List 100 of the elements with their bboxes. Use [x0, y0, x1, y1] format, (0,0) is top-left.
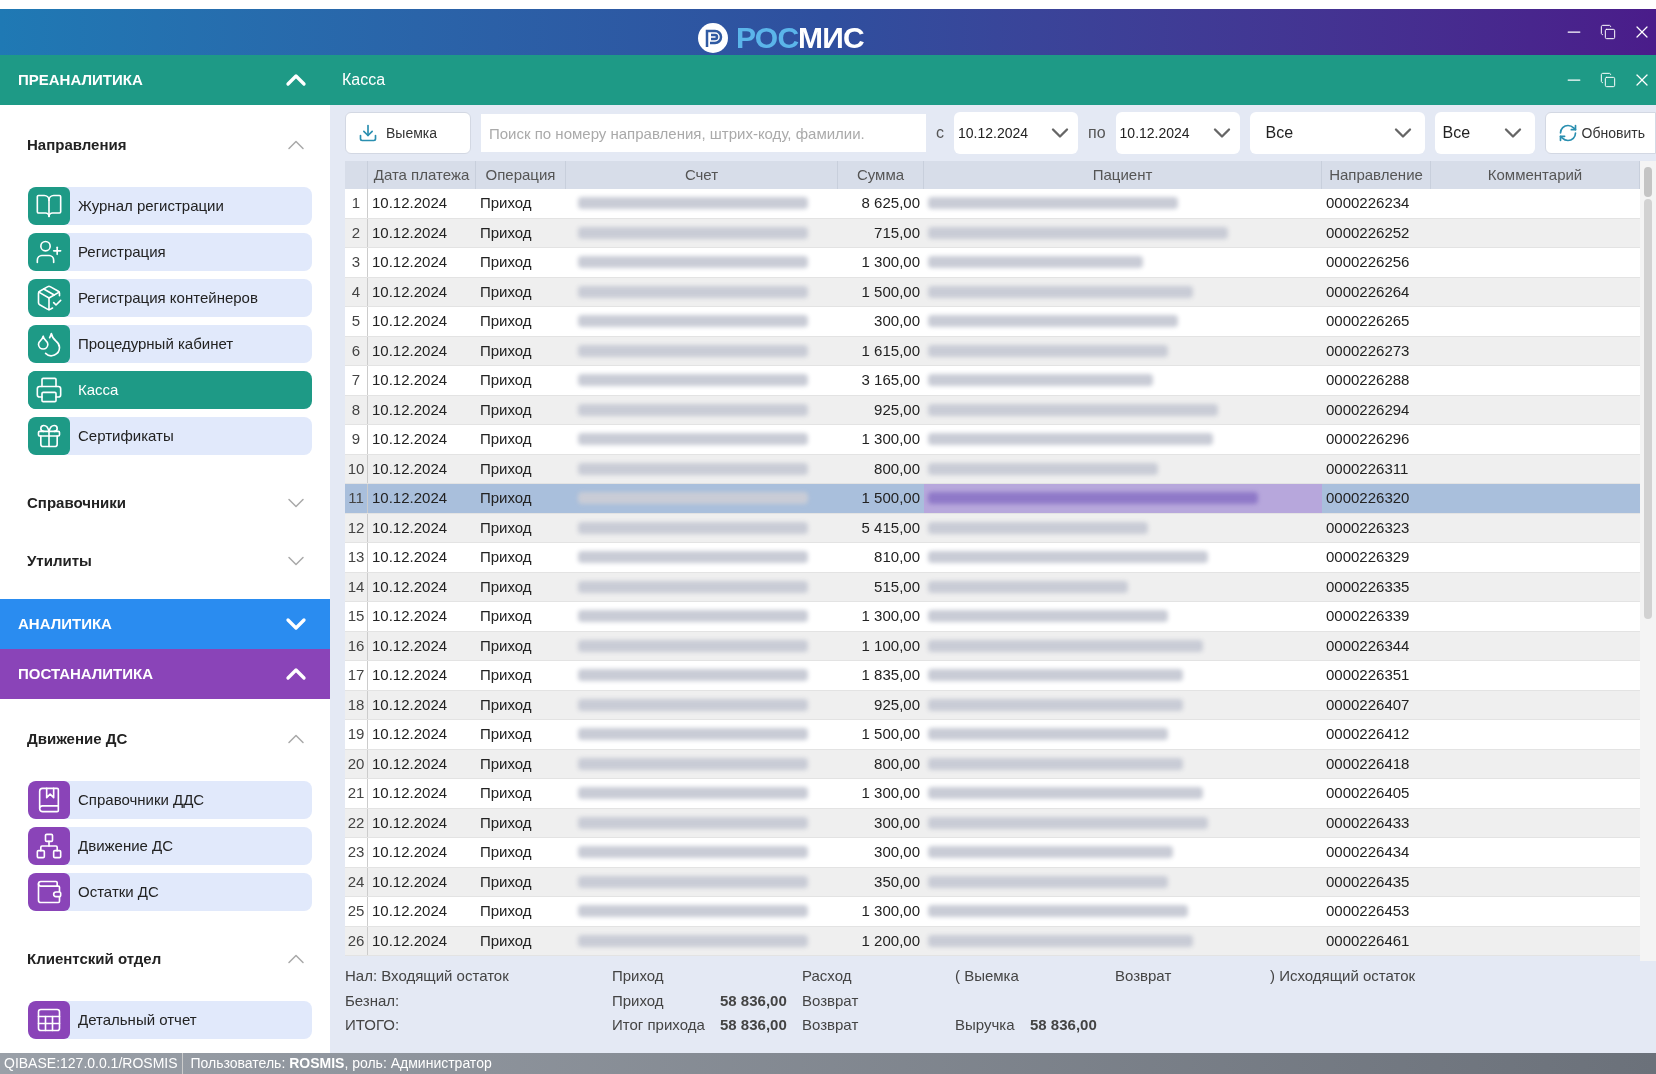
table-cell-text: 10.12.2024: [371, 930, 449, 951]
nav-item[interactable]: Детальный отчет: [28, 1001, 312, 1039]
totals-label: ) Исходящий остаток: [1270, 965, 1416, 986]
table-row[interactable]: 6 10.12.2024 Приход 1 615,00 0000226273: [345, 336, 1640, 366]
table-cell-text: 10.12.2024: [371, 370, 449, 390]
table-cell-text: 0000226405: [1325, 783, 1411, 803]
search-field[interactable]: Поиск по номеру направления, штрих-коду, фамилии.: [481, 114, 926, 152]
date-to-field[interactable]: 10.12.2024: [1115, 112, 1240, 154]
totals-label: Нал: Входящий остаток: [345, 965, 510, 986]
table-cell-text: Приход: [479, 576, 533, 597]
table-cell-text: 0000226320: [1325, 488, 1411, 508]
table-cell-text: 715,00: [873, 222, 921, 243]
table-row[interactable]: 3 10.12.2024 Приход 1 300,00 0000226256: [345, 248, 1640, 278]
table-row[interactable]: 8 10.12.2024 Приход 925,00 0000226294: [345, 395, 1640, 425]
section-header[interactable]: ПОСТАНАЛИТИКА: [0, 649, 330, 699]
group-header[interactable]: Справочники: [0, 477, 330, 529]
restore-icon[interactable]: [1600, 24, 1616, 40]
table-cell-text: 0000226418: [1325, 753, 1411, 774]
table-cell-text: 0000226435: [1325, 871, 1411, 892]
table-row[interactable]: 13 10.12.2024 Приход 810,00 0000226329: [345, 543, 1640, 573]
totals-label: Безнал:: [345, 990, 401, 1011]
filter-dropdown[interactable]: Все: [1434, 112, 1535, 154]
table-cell-text: 810,00: [873, 547, 921, 567]
scrollbar[interactable]: [1640, 161, 1656, 961]
table-row[interactable]: 11 10.12.2024 Приход 1 500,00 0000226320: [345, 484, 1640, 514]
row-number: 18: [345, 690, 368, 719]
table-cell-text: 1 500,00: [860, 281, 921, 302]
table-row[interactable]: 26 10.12.2024 Приход 1 200,00 0000226461: [345, 926, 1640, 956]
table-cell-text: Приход: [479, 724, 533, 744]
date-from-field[interactable]: 10.12.2024: [954, 112, 1078, 154]
table-row[interactable]: 23 10.12.2024 Приход 300,00 0000226434: [345, 838, 1640, 868]
table-cell-text: 0000226288: [1325, 370, 1411, 390]
table-cell-text: 0000226412: [1325, 724, 1411, 744]
row-number: 3: [345, 248, 368, 277]
table-cell-text: Приход: [479, 635, 533, 656]
filter-dropdown[interactable]: Все: [1249, 112, 1425, 154]
table-cell-text: 1 200,00: [860, 930, 921, 951]
table-cell-text: Приход: [479, 547, 533, 567]
table-cell-text: 800,00: [873, 753, 921, 774]
group-header[interactable]: Направления: [0, 119, 330, 171]
nav-item[interactable]: Сертификаты: [28, 417, 312, 455]
nav-item[interactable]: Остатки ДС: [28, 873, 312, 911]
group-header[interactable]: Движение ДС: [0, 713, 330, 765]
totals-label: Выручка: [955, 1014, 1016, 1035]
table-cell-text: 1 500,00: [860, 488, 921, 508]
table-row[interactable]: 1 10.12.2024 Приход 8 625,00 0000226234: [345, 189, 1640, 219]
table-cell-text: 0000226296: [1325, 429, 1411, 449]
row-number: 22: [345, 808, 368, 837]
nav-item[interactable]: Справочники ДДС: [28, 781, 312, 819]
table-row[interactable]: 19 10.12.2024 Приход 1 500,00 0000226412: [345, 720, 1640, 750]
row-number: 24: [345, 867, 368, 896]
table-row[interactable]: 10 10.12.2024 Приход 800,00 0000226311: [345, 454, 1640, 484]
table-row[interactable]: 25 10.12.2024 Приход 1 300,00 0000226453: [345, 897, 1640, 927]
nav-item[interactable]: Процедурный кабинет: [28, 325, 312, 363]
table-row[interactable]: 2 10.12.2024 Приход 715,00 0000226252: [345, 218, 1640, 248]
table-row[interactable]: 18 10.12.2024 Приход 925,00 0000226407: [345, 690, 1640, 720]
table-row[interactable]: 14 10.12.2024 Приход 515,00 0000226335: [345, 572, 1640, 602]
totals-label: Расход: [802, 965, 853, 986]
table-row[interactable]: 12 10.12.2024 Приход 5 415,00 0000226323: [345, 513, 1640, 543]
row-number: 12: [345, 513, 368, 542]
table-cell-text: 0000226265: [1325, 311, 1411, 331]
table-row[interactable]: 22 10.12.2024 Приход 300,00 0000226433: [345, 808, 1640, 838]
nav-item[interactable]: Регистрация контейнеров: [28, 279, 312, 317]
table-row[interactable]: 24 10.12.2024 Приход 350,00 0000226435: [345, 867, 1640, 897]
table-row[interactable]: 17 10.12.2024 Приход 1 835,00 0000226351: [345, 661, 1640, 691]
table-cell-text: Приход: [479, 871, 533, 892]
row-number: 9: [345, 425, 368, 454]
table-cell-text: 1 615,00: [860, 340, 921, 361]
nav-item[interactable]: Журнал регистрации: [28, 187, 312, 225]
table-cell-text: 10.12.2024: [371, 311, 449, 331]
refresh-button[interactable]: Обновить: [1544, 112, 1656, 154]
row-number: 10: [345, 454, 368, 483]
row-number: 11: [345, 484, 368, 513]
table-cell-text: 10.12.2024: [371, 606, 449, 626]
logo-icon: [698, 21, 728, 54]
book-icon: [35, 192, 63, 220]
drops-icon: [35, 330, 63, 358]
group-header[interactable]: Клиентский отдел: [0, 933, 330, 985]
table-row[interactable]: 7 10.12.2024 Приход 3 165,00 0000226288: [345, 366, 1640, 396]
amount-value: 58 836,00: [720, 1014, 788, 1035]
nav-item[interactable]: Регистрация: [28, 233, 312, 271]
table-row[interactable]: 9 10.12.2024 Приход 1 300,00 0000226296: [345, 425, 1640, 455]
table-cell-text: 0000226434: [1325, 842, 1411, 862]
table-cell-text: 8 625,00: [860, 193, 921, 213]
table-cell-text: 0000226339: [1325, 606, 1411, 626]
table-row[interactable]: 15 10.12.2024 Приход 1 300,00 0000226339: [345, 602, 1640, 632]
table-row[interactable]: 16 10.12.2024 Приход 1 100,00 0000226344: [345, 631, 1640, 661]
nav-item[interactable]: Движение ДС: [28, 827, 312, 865]
table-cell-text: 0000226234: [1325, 193, 1411, 213]
table-row[interactable]: 5 10.12.2024 Приход 300,00 0000226265: [345, 307, 1640, 337]
table-row[interactable]: 4 10.12.2024 Приход 1 500,00 0000226264: [345, 277, 1640, 307]
date-to-label: по: [1088, 123, 1106, 143]
totals-label: Возврат: [1115, 965, 1173, 986]
connection-text: QIBASE:127.0.0.1/ROSMIS: [0, 1053, 183, 1074]
table-row[interactable]: 21 10.12.2024 Приход 1 300,00 0000226405: [345, 779, 1640, 809]
group-header[interactable]: Утилиты: [0, 535, 330, 587]
table-cell-text: Приход: [479, 901, 533, 921]
withdraw-button[interactable]: Выемка: [345, 112, 471, 154]
table-cell-text: 1 300,00: [860, 252, 921, 272]
table-row[interactable]: 20 10.12.2024 Приход 800,00 0000226418: [345, 749, 1640, 779]
